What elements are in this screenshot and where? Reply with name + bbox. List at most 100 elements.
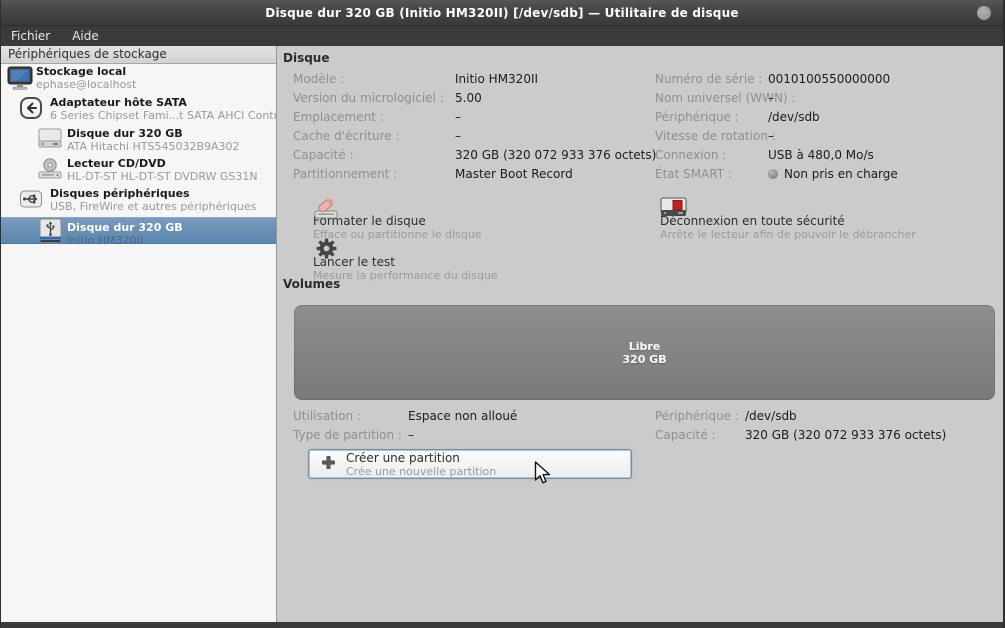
info-label: Partitionnement : xyxy=(293,167,455,183)
safe-remove-icon xyxy=(660,197,687,223)
action-subtitle: Mesure la performance du disque xyxy=(313,269,613,282)
window-frame-bottom xyxy=(1,622,1003,628)
info-label: Emplacement : xyxy=(293,110,455,126)
sidebar-header: Périphériques de stockage xyxy=(1,46,276,64)
info-label: Connexion : xyxy=(655,148,768,164)
disk-section-heading: Disque xyxy=(283,51,330,65)
info-value: 0010100550000000 xyxy=(768,72,890,88)
info-value: Initio HM320II xyxy=(455,72,538,88)
info-value: 5.00 xyxy=(455,91,482,107)
info-row-write-cache: Cache d'écriture : – xyxy=(293,129,461,145)
titlebar: Disque dur 320 GB (Initio HM320II) [/dev… xyxy=(1,0,1003,26)
info-value: – xyxy=(768,129,774,145)
volume-free-space[interactable]: Libre 320 GB xyxy=(294,305,995,400)
sata-adapter-icon xyxy=(19,96,43,124)
info-value: – xyxy=(408,428,414,444)
sidebar-item-title: Disques périphériques xyxy=(50,187,256,200)
info-value: Non pris en charge xyxy=(784,167,898,183)
info-row-serial: Numéro de série : 0010100550000000 xyxy=(655,72,890,88)
info-row-rotation-rate: Vitesse de rotation : – xyxy=(655,129,774,145)
info-value: – xyxy=(455,129,461,145)
action-subtitle: Arrête le lecteur afin de pouvoir le déb… xyxy=(660,228,990,241)
sidebar-item-title: Disque dur 320 GB xyxy=(67,127,240,140)
info-value: – xyxy=(455,110,461,126)
info-row-usage: Utilisation : Espace non alloué xyxy=(293,409,517,425)
info-value: USB à 480,0 Mo/s xyxy=(768,148,874,164)
format-disk-button[interactable]: Formater le disque Efface ou partitionne… xyxy=(313,195,613,225)
info-value: Master Boot Record xyxy=(455,167,573,183)
usb-icon xyxy=(19,187,43,215)
info-label: Cache d'écriture : xyxy=(293,129,455,145)
info-row-wwn: Nom universel (WWN) : – xyxy=(655,91,774,107)
sidebar-item-subtitle: USB, FireWire et autres périphériques xyxy=(50,200,256,213)
status-dot-icon xyxy=(768,169,778,179)
info-label: Périphérique : xyxy=(655,110,768,126)
menu-help[interactable]: Aide xyxy=(72,29,99,43)
sidebar-item-sata-host-adapter[interactable]: Adaptateur hôte SATA 6 Series Chipset Fa… xyxy=(1,95,276,126)
sidebar-item-subtitle: Initio HM320II xyxy=(67,234,183,247)
info-label: Type de partition : xyxy=(293,428,408,444)
info-label: Périphérique : xyxy=(655,409,745,425)
info-row-firmware: Version du micrologiciel : 5.00 xyxy=(293,91,482,107)
volume-label: Libre xyxy=(629,340,661,353)
sidebar-item-internal-disk[interactable]: Disque dur 320 GB ATA Hitachi HTS545032B… xyxy=(1,126,276,156)
gear-icon xyxy=(315,237,338,264)
action-title: Formater le disque xyxy=(313,214,613,228)
info-value: /dev/sdb xyxy=(768,110,820,126)
safe-removal-button[interactable]: Déconnexion en toute sécurité Arrête le … xyxy=(660,195,990,225)
sidebar-item-title: Adaptateur hôte SATA xyxy=(50,96,302,109)
sidebar-item-title: Disque dur 320 GB xyxy=(67,221,183,234)
plus-icon xyxy=(321,455,336,474)
info-label: Capacité : xyxy=(655,428,745,444)
info-label: Numéro de série : xyxy=(655,72,768,88)
disk-detail-panel: Disque Modèle : Initio HM320II Version d… xyxy=(277,46,1003,622)
usb-drive-icon xyxy=(38,218,63,248)
info-label: Vitesse de rotation : xyxy=(655,129,768,145)
info-value: /dev/sdb xyxy=(745,409,797,425)
info-value: – xyxy=(768,91,774,107)
action-title: Déconnexion en toute sécurité xyxy=(660,214,990,228)
info-row-volume-device: Périphérique : /dev/sdb xyxy=(655,409,797,425)
sidebar-item-subtitle: HL-DT-ST HL-DT-ST DVDRW GS31N xyxy=(67,170,258,183)
info-label: Capacité : xyxy=(293,148,455,164)
sidebar-item-cd-dvd-drive[interactable]: Lecteur CD/DVD HL-DT-ST HL-DT-ST DVDRW G… xyxy=(1,156,276,186)
info-label: Nom universel (WWN) : xyxy=(655,91,768,107)
sidebar-item-subtitle: ATA Hitachi HTS545032B9A302 xyxy=(67,140,240,153)
info-row-volume-capacity: Capacité : 320 GB (320 072 933 376 octet… xyxy=(655,428,946,444)
info-label: Version du micrologiciel : xyxy=(293,91,455,107)
sidebar-item-local-storage[interactable]: Stockage local ephase@localhost xyxy=(1,64,276,95)
info-row-location: Emplacement : – xyxy=(293,110,461,126)
sidebar-item-usb-disk-selected[interactable]: Disque dur 320 GB Initio HM320II xyxy=(1,217,276,244)
menubar: Fichier Aide xyxy=(1,26,1003,46)
window-button-icon[interactable] xyxy=(977,6,991,20)
sidebar-item-subtitle: 6 Series Chipset Fami...t SATA AHCI Cont… xyxy=(50,109,302,122)
info-row-smart-status: État SMART : Non pris en charge xyxy=(655,167,898,183)
info-label: État SMART : xyxy=(655,167,768,183)
info-row-partitioning: Partitionnement : Master Boot Record xyxy=(293,167,573,183)
action-title: Lancer le test xyxy=(313,255,613,269)
create-partition-button[interactable]: Créer une partition Crée une nouvelle pa… xyxy=(308,449,632,479)
info-label: Utilisation : xyxy=(293,409,408,425)
sidebar-item-title: Stockage local xyxy=(36,65,136,78)
disk-utility-window: Disque dur 320 GB (Initio HM320II) [/dev… xyxy=(0,0,1005,628)
info-row-model: Modèle : Initio HM320II xyxy=(293,72,538,88)
info-value: 320 GB (320 072 933 376 octets) xyxy=(745,428,946,444)
info-row-capacity: Capacité : 320 GB (320 072 933 376 octet… xyxy=(293,148,656,164)
hard-disk-icon xyxy=(38,127,62,153)
benchmark-button[interactable]: Lancer le test Mesure la performance du … xyxy=(313,236,613,266)
volume-size: 320 GB xyxy=(622,353,666,366)
computer-icon xyxy=(7,65,33,95)
create-partition-title: Créer une partition xyxy=(346,451,496,465)
storage-devices-sidebar: Périphériques de stockage Stockage local… xyxy=(1,46,277,622)
sidebar-item-peripheral-disks[interactable]: Disques périphériques USB, FireWire et a… xyxy=(1,186,276,217)
info-value: 320 GB (320 072 933 376 octets) xyxy=(455,148,656,164)
sidebar-item-subtitle: ephase@localhost xyxy=(36,78,136,91)
eraser-icon xyxy=(313,195,340,227)
info-value: Espace non alloué xyxy=(408,409,517,425)
info-row-device: Périphérique : /dev/sdb xyxy=(655,110,820,126)
info-row-connection: Connexion : USB à 480,0 Mo/s xyxy=(655,148,874,164)
menu-file[interactable]: Fichier xyxy=(11,29,50,43)
volumes-section-heading: Volumes xyxy=(283,277,340,291)
create-partition-subtitle: Crée une nouvelle partition xyxy=(346,465,496,478)
info-label: Modèle : xyxy=(293,72,455,88)
